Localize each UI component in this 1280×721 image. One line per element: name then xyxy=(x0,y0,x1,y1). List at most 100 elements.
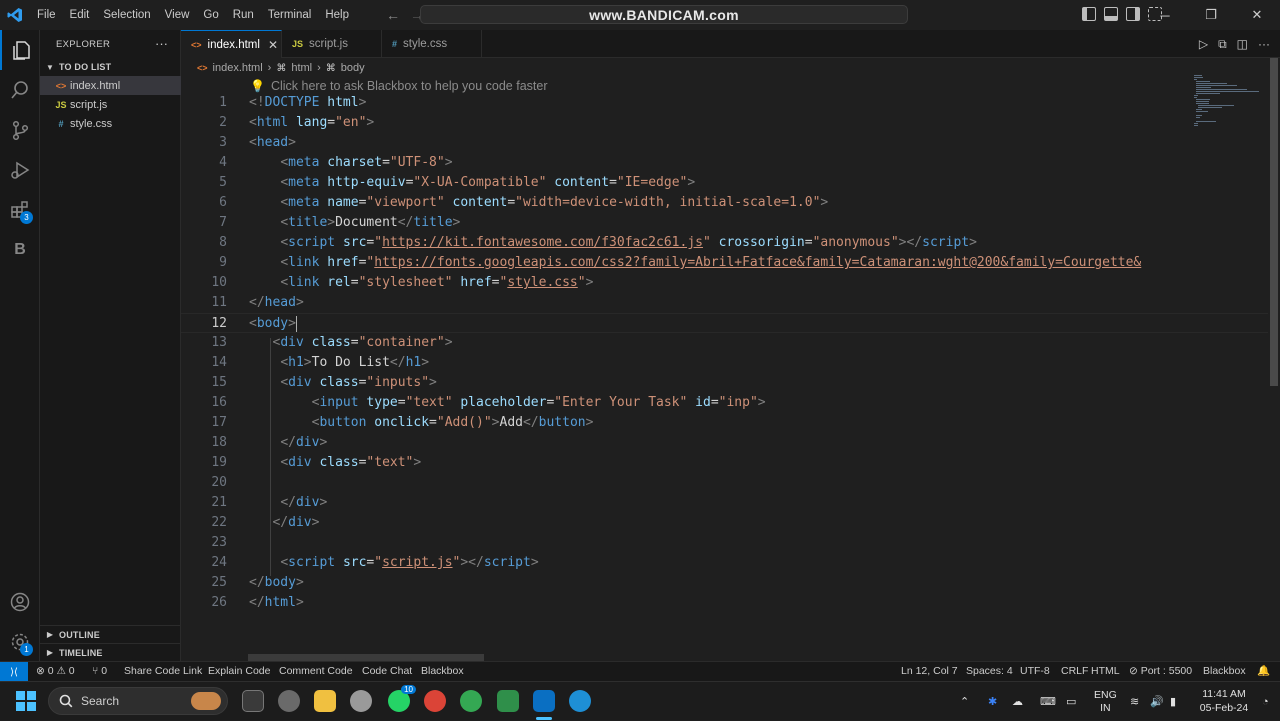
tab-script-js[interactable]: JS script.js xyxy=(282,30,382,58)
toggle-secondary-sidebar-icon[interactable] xyxy=(1126,7,1140,21)
code-line[interactable]: 8 <script src="https://kit.fontawesome.c… xyxy=(181,233,1268,253)
breadcrumb-body[interactable]: body xyxy=(341,62,365,74)
status-comment-code[interactable]: Comment Code xyxy=(279,662,353,682)
wifi-icon[interactable]: ≋ xyxy=(1130,682,1139,721)
code-line[interactable]: 26 </html> xyxy=(181,593,1268,613)
source-control-icon[interactable] xyxy=(0,110,40,150)
status-language[interactable]: HTML xyxy=(1091,662,1120,682)
scrollbar-thumb[interactable] xyxy=(1270,58,1278,386)
toggle-primary-sidebar-icon[interactable] xyxy=(1082,7,1096,21)
code-line[interactable]: 16 <input type="text" placeholder="Enter… xyxy=(181,393,1268,413)
file-item-style-css[interactable]: # style.css xyxy=(40,114,181,133)
close-tab-icon[interactable]: ✕ xyxy=(268,38,278,52)
blackbox-hint[interactable]: 💡 Click here to ask Blackbox to help you… xyxy=(250,78,548,94)
code-line[interactable]: 7 <title>Document</title> xyxy=(181,213,1268,233)
code-line[interactable]: 10 <link rel="stylesheet" href="style.cs… xyxy=(181,273,1268,293)
vscode-logo-icon[interactable] xyxy=(0,0,30,30)
settings-icon[interactable]: 1 xyxy=(0,622,40,662)
file-explorer-icon[interactable] xyxy=(314,690,336,712)
code-line[interactable]: 3 <head> xyxy=(181,133,1268,153)
open-preview-icon[interactable]: ⧉ xyxy=(1218,37,1227,52)
status-cursor-position[interactable]: Ln 12, Col 7 xyxy=(901,662,958,682)
code-line[interactable]: 20 xyxy=(181,473,1268,493)
code-line[interactable]: 2 <html lang="en"> xyxy=(181,113,1268,133)
vscode-taskbar-icon[interactable] xyxy=(533,690,555,712)
taskbar-search[interactable]: Search xyxy=(48,687,228,715)
menu-file[interactable]: File xyxy=(30,0,63,30)
menu-terminal[interactable]: Terminal xyxy=(261,0,318,30)
menu-go[interactable]: Go xyxy=(196,0,225,30)
code-line[interactable]: 9 <link href="https://fonts.googleapis.c… xyxy=(181,253,1268,273)
show-hidden-icons[interactable]: ⌃ xyxy=(960,682,969,721)
chrome-profile-icon[interactable] xyxy=(460,690,482,712)
status-eol[interactable]: CRLF xyxy=(1061,662,1088,682)
sheets-icon[interactable] xyxy=(497,690,519,712)
code-line[interactable]: 17 <button onclick="Add()">Add</button> xyxy=(181,413,1268,433)
battery-icon[interactable]: ▮ xyxy=(1170,682,1176,721)
tab-style-css[interactable]: # style.css xyxy=(382,30,482,58)
code-line[interactable]: 21 </div> xyxy=(181,493,1268,513)
vertical-scrollbar[interactable] xyxy=(1268,58,1280,661)
run-icon[interactable]: ▷ xyxy=(1199,37,1208,52)
close-window-icon[interactable]: ✕ xyxy=(1234,0,1280,30)
code-line[interactable]: 18 </div> xyxy=(181,433,1268,453)
blackbox-icon[interactable]: B xyxy=(0,230,40,270)
code-line[interactable]: 1 <!DOCTYPE html> xyxy=(181,93,1268,113)
code-line[interactable]: 13 <div class="container"> xyxy=(181,333,1268,353)
menu-edit[interactable]: Edit xyxy=(63,0,97,30)
minimap[interactable] xyxy=(1190,75,1268,135)
code-line[interactable]: 12 <body> xyxy=(181,313,1268,333)
more-icon[interactable]: ··· xyxy=(1258,37,1270,52)
tab-index-html[interactable]: <> index.html ✕ xyxy=(181,30,282,58)
status-problems[interactable]: ⊗ 0 ⚠ 0 xyxy=(36,662,75,682)
code-line[interactable]: 4 <meta charset="UTF-8"> xyxy=(181,153,1268,173)
settings-app-icon[interactable] xyxy=(350,690,372,712)
status-share-code-link[interactable]: Share Code Link xyxy=(124,662,202,682)
clock[interactable]: 11:41 AM 05-Feb-24 xyxy=(1192,687,1256,715)
code-line[interactable]: 19 <div class="text"> xyxy=(181,453,1268,473)
onedrive-icon[interactable]: ☁ xyxy=(1012,682,1023,721)
code-line[interactable]: 24 <script src="script.js"></script> xyxy=(181,553,1268,573)
horizontal-scrollbar[interactable] xyxy=(248,654,484,661)
toggle-panel-icon[interactable] xyxy=(1104,7,1118,21)
code-line[interactable]: 5 <meta http-equiv = "X-UA-Compatible" con… xyxy=(181,173,1268,193)
command-center[interactable]: www.BANDICAM.com xyxy=(420,5,908,24)
file-item-index-html[interactable]: <> index.html xyxy=(40,76,181,95)
windows-start-icon[interactable] xyxy=(16,691,36,711)
accounts-icon[interactable] xyxy=(0,582,40,622)
menu-selection[interactable]: Selection xyxy=(96,0,157,30)
timeline-section[interactable]: ▶ TIMELINE xyxy=(40,643,181,661)
menu-run[interactable]: Run xyxy=(226,0,261,30)
code-line[interactable]: 6 <meta name="viewport" content="width=d… xyxy=(181,193,1268,213)
status-blackbox[interactable]: Blackbox xyxy=(421,662,464,682)
breadcrumb-file[interactable]: index.html xyxy=(213,62,263,74)
edge-icon[interactable] xyxy=(569,690,591,712)
code-line[interactable]: 22 </div> xyxy=(181,513,1268,533)
display-icon[interactable]: ▭ xyxy=(1066,682,1076,721)
status-blackbox-right[interactable]: Blackbox xyxy=(1203,662,1246,682)
status-indentation[interactable]: Spaces: 4 xyxy=(966,662,1013,682)
code-line[interactable]: 25 </body> xyxy=(181,573,1268,593)
folder-header[interactable]: ▼ TO DO LIST xyxy=(40,58,181,76)
keyboard-icon[interactable]: ⌨ xyxy=(1040,682,1056,721)
status-code-chat[interactable]: Code Chat xyxy=(362,662,412,682)
minimize-icon[interactable]: ─ xyxy=(1142,0,1188,30)
menu-help[interactable]: Help xyxy=(318,0,356,30)
notifications-icon[interactable]: 🔔 xyxy=(1257,662,1270,682)
chrome-icon[interactable] xyxy=(424,690,446,712)
copilot-icon[interactable] xyxy=(278,690,300,712)
language-indicator[interactable]: ENG IN xyxy=(1094,682,1117,721)
status-ports[interactable]: ⑂ 0 xyxy=(92,662,107,682)
code-line[interactable]: 15 <div class="inputs"> xyxy=(181,373,1268,393)
explorer-icon[interactable] xyxy=(0,30,40,70)
run-debug-icon[interactable] xyxy=(0,150,40,190)
file-item-script-js[interactable]: JS script.js xyxy=(40,95,181,114)
bluetooth-icon[interactable]: ✱ xyxy=(988,682,997,721)
more-actions-icon[interactable]: ··· xyxy=(155,36,168,51)
whatsapp-icon[interactable]: 10 xyxy=(388,685,416,712)
code-line[interactable]: 23 xyxy=(181,533,1268,553)
outline-section[interactable]: ▶ OUTLINE xyxy=(40,625,181,643)
code-line[interactable]: 11 </head> xyxy=(181,293,1268,313)
menu-view[interactable]: View xyxy=(158,0,197,30)
search-icon[interactable] xyxy=(0,70,40,110)
